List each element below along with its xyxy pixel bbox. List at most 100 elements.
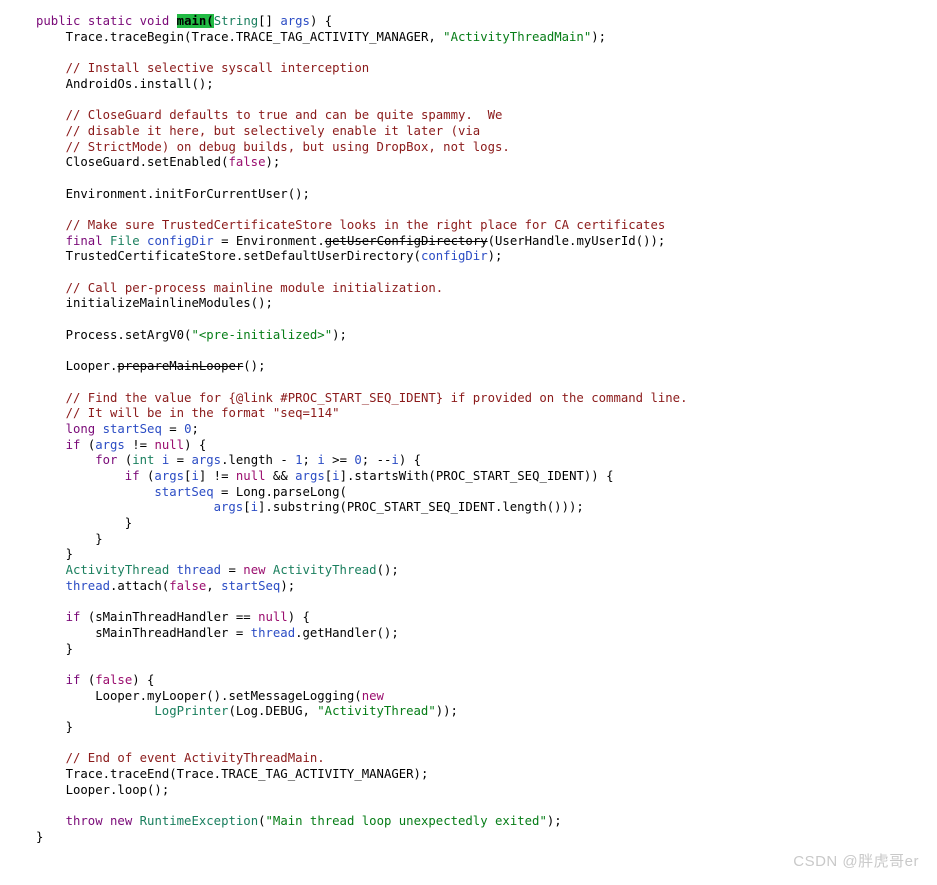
code-token: throw new	[65, 814, 140, 829]
code-token: );	[265, 155, 281, 170]
code-token: ) {	[309, 14, 333, 28]
code-token: [	[243, 500, 251, 515]
code-token: main	[176, 14, 207, 28]
code-token: Trace.traceEnd(Trace.TRACE_TAG_ACTIVITY_…	[65, 767, 429, 781]
code-token: args	[213, 500, 244, 515]
code-token: ) {	[132, 672, 155, 687]
code-token: ;	[191, 421, 199, 436]
code-line: }	[0, 516, 937, 532]
code-token: }	[65, 547, 73, 562]
code-line: // It will be in the format "seq=114"	[0, 406, 937, 422]
code-token: Trace.traceBegin(Trace.TRACE_TAG_ACTIVIT…	[65, 29, 444, 44]
code-token: startSeq	[102, 421, 162, 436]
code-token: args	[191, 453, 222, 468]
code-token: getUserConfigDirectory	[324, 233, 488, 248]
code-line: throw new RuntimeException("Main thread …	[0, 814, 937, 830]
code-token: // CloseGuard defaults to true and can b…	[65, 108, 503, 123]
code-token: .getHandler();	[295, 625, 399, 640]
code-token: args	[95, 437, 125, 452]
code-token: =	[161, 421, 185, 436]
code-token: Environment.initForCurrentUser();	[65, 186, 310, 201]
code-token: ) {	[398, 453, 422, 468]
code-token: (UserHandle.myUserId());	[487, 233, 666, 248]
code-token: // Install selective syscall interceptio…	[65, 61, 370, 76]
code-line: Looper.prepareMainLooper();	[0, 359, 937, 375]
code-token: ;	[302, 453, 318, 468]
code-line: }	[0, 720, 937, 736]
code-token: prepareMainLooper	[117, 359, 244, 374]
code-line: for (int i = args.length - 1; i >= 0; --…	[0, 453, 937, 469]
code-line: startSeq = Long.parseLong(	[0, 485, 937, 501]
code-token: i	[317, 453, 325, 468]
code-token: );	[546, 814, 562, 829]
code-token: );	[332, 327, 347, 342]
code-token: i	[391, 453, 399, 468]
code-line: if (args[i] != null && args[i].startsWit…	[0, 469, 937, 485]
code-token: sMainThreadHandler =	[95, 625, 251, 640]
code-line: // Install selective syscall interceptio…	[0, 61, 937, 77]
code-token: "ActivityThread"	[317, 704, 436, 719]
code-token: }	[124, 516, 133, 530]
code-token: CloseGuard.setEnabled(	[65, 155, 229, 170]
code-token: (sMainThreadHandler ==	[87, 610, 259, 625]
code-token: ));	[435, 704, 458, 719]
code-token: ].startsWith(PROC_START_SEQ_IDENT)) {	[339, 468, 614, 483]
code-line: // disable it here, but selectively enab…	[0, 124, 937, 140]
code-line: LogPrinter(Log.DEBUG, "ActivityThread"))…	[0, 704, 937, 720]
code-token: }	[65, 641, 73, 656]
code-token: (	[258, 814, 266, 829]
code-viewer[interactable]: public static void main(String[] args) {…	[0, 0, 937, 885]
code-token: "<pre-initialized>"	[191, 327, 333, 342]
code-token: // End of event ActivityThreadMain.	[65, 751, 325, 766]
code-line: ActivityThread thread = new ActivityThre…	[0, 563, 937, 579]
code-token: startSeq	[154, 484, 214, 499]
code-line: Looper.loop();	[0, 783, 937, 799]
code-token: Looper.	[65, 359, 118, 374]
code-token: }	[36, 829, 44, 844]
code-line: initializeMainlineModules();	[0, 296, 937, 312]
code-token: false	[95, 672, 133, 687]
code-token: ) {	[184, 437, 207, 452]
code-token: // Make sure TrustedCertificateStore loo…	[65, 217, 666, 232]
code-token: i	[250, 500, 259, 515]
code-token: args	[154, 468, 185, 483]
code-token: "Main thread loop unexpectedly exited"	[265, 814, 547, 829]
code-token: LogPrinter	[154, 704, 229, 719]
code-token: >=	[324, 453, 355, 468]
code-line: public static void main(String[] args) {	[0, 14, 937, 30]
code-token: configDir	[420, 249, 488, 264]
code-token: new	[243, 563, 273, 578]
code-line: AndroidOs.install();	[0, 77, 937, 93]
code-token: ] !=	[198, 468, 236, 483]
code-token: File	[110, 233, 148, 248]
code-token: &&	[265, 468, 296, 483]
code-token: );	[487, 249, 503, 264]
code-token: null	[154, 437, 185, 452]
code-line: // Make sure TrustedCertificateStore loo…	[0, 218, 937, 234]
code-token: long	[65, 421, 103, 436]
code-token: i	[191, 468, 199, 483]
code-token: args	[295, 468, 325, 483]
code-token: new	[361, 688, 384, 703]
code-token: args	[280, 14, 310, 28]
code-token: // StrictMode) on debug builds, but usin…	[65, 139, 510, 154]
code-token: if	[65, 672, 88, 687]
code-token: Looper.loop();	[65, 782, 170, 797]
code-token: false	[169, 578, 207, 593]
code-line: // StrictMode) on debug builds, but usin…	[0, 140, 937, 156]
code-token: RuntimeException	[139, 814, 259, 829]
code-token: // Call per-process mainline module init…	[65, 280, 444, 295]
code-token: i	[332, 468, 340, 483]
code-token: null	[258, 610, 288, 625]
code-token: AndroidOs.install();	[65, 76, 214, 91]
code-token: if	[124, 468, 148, 483]
